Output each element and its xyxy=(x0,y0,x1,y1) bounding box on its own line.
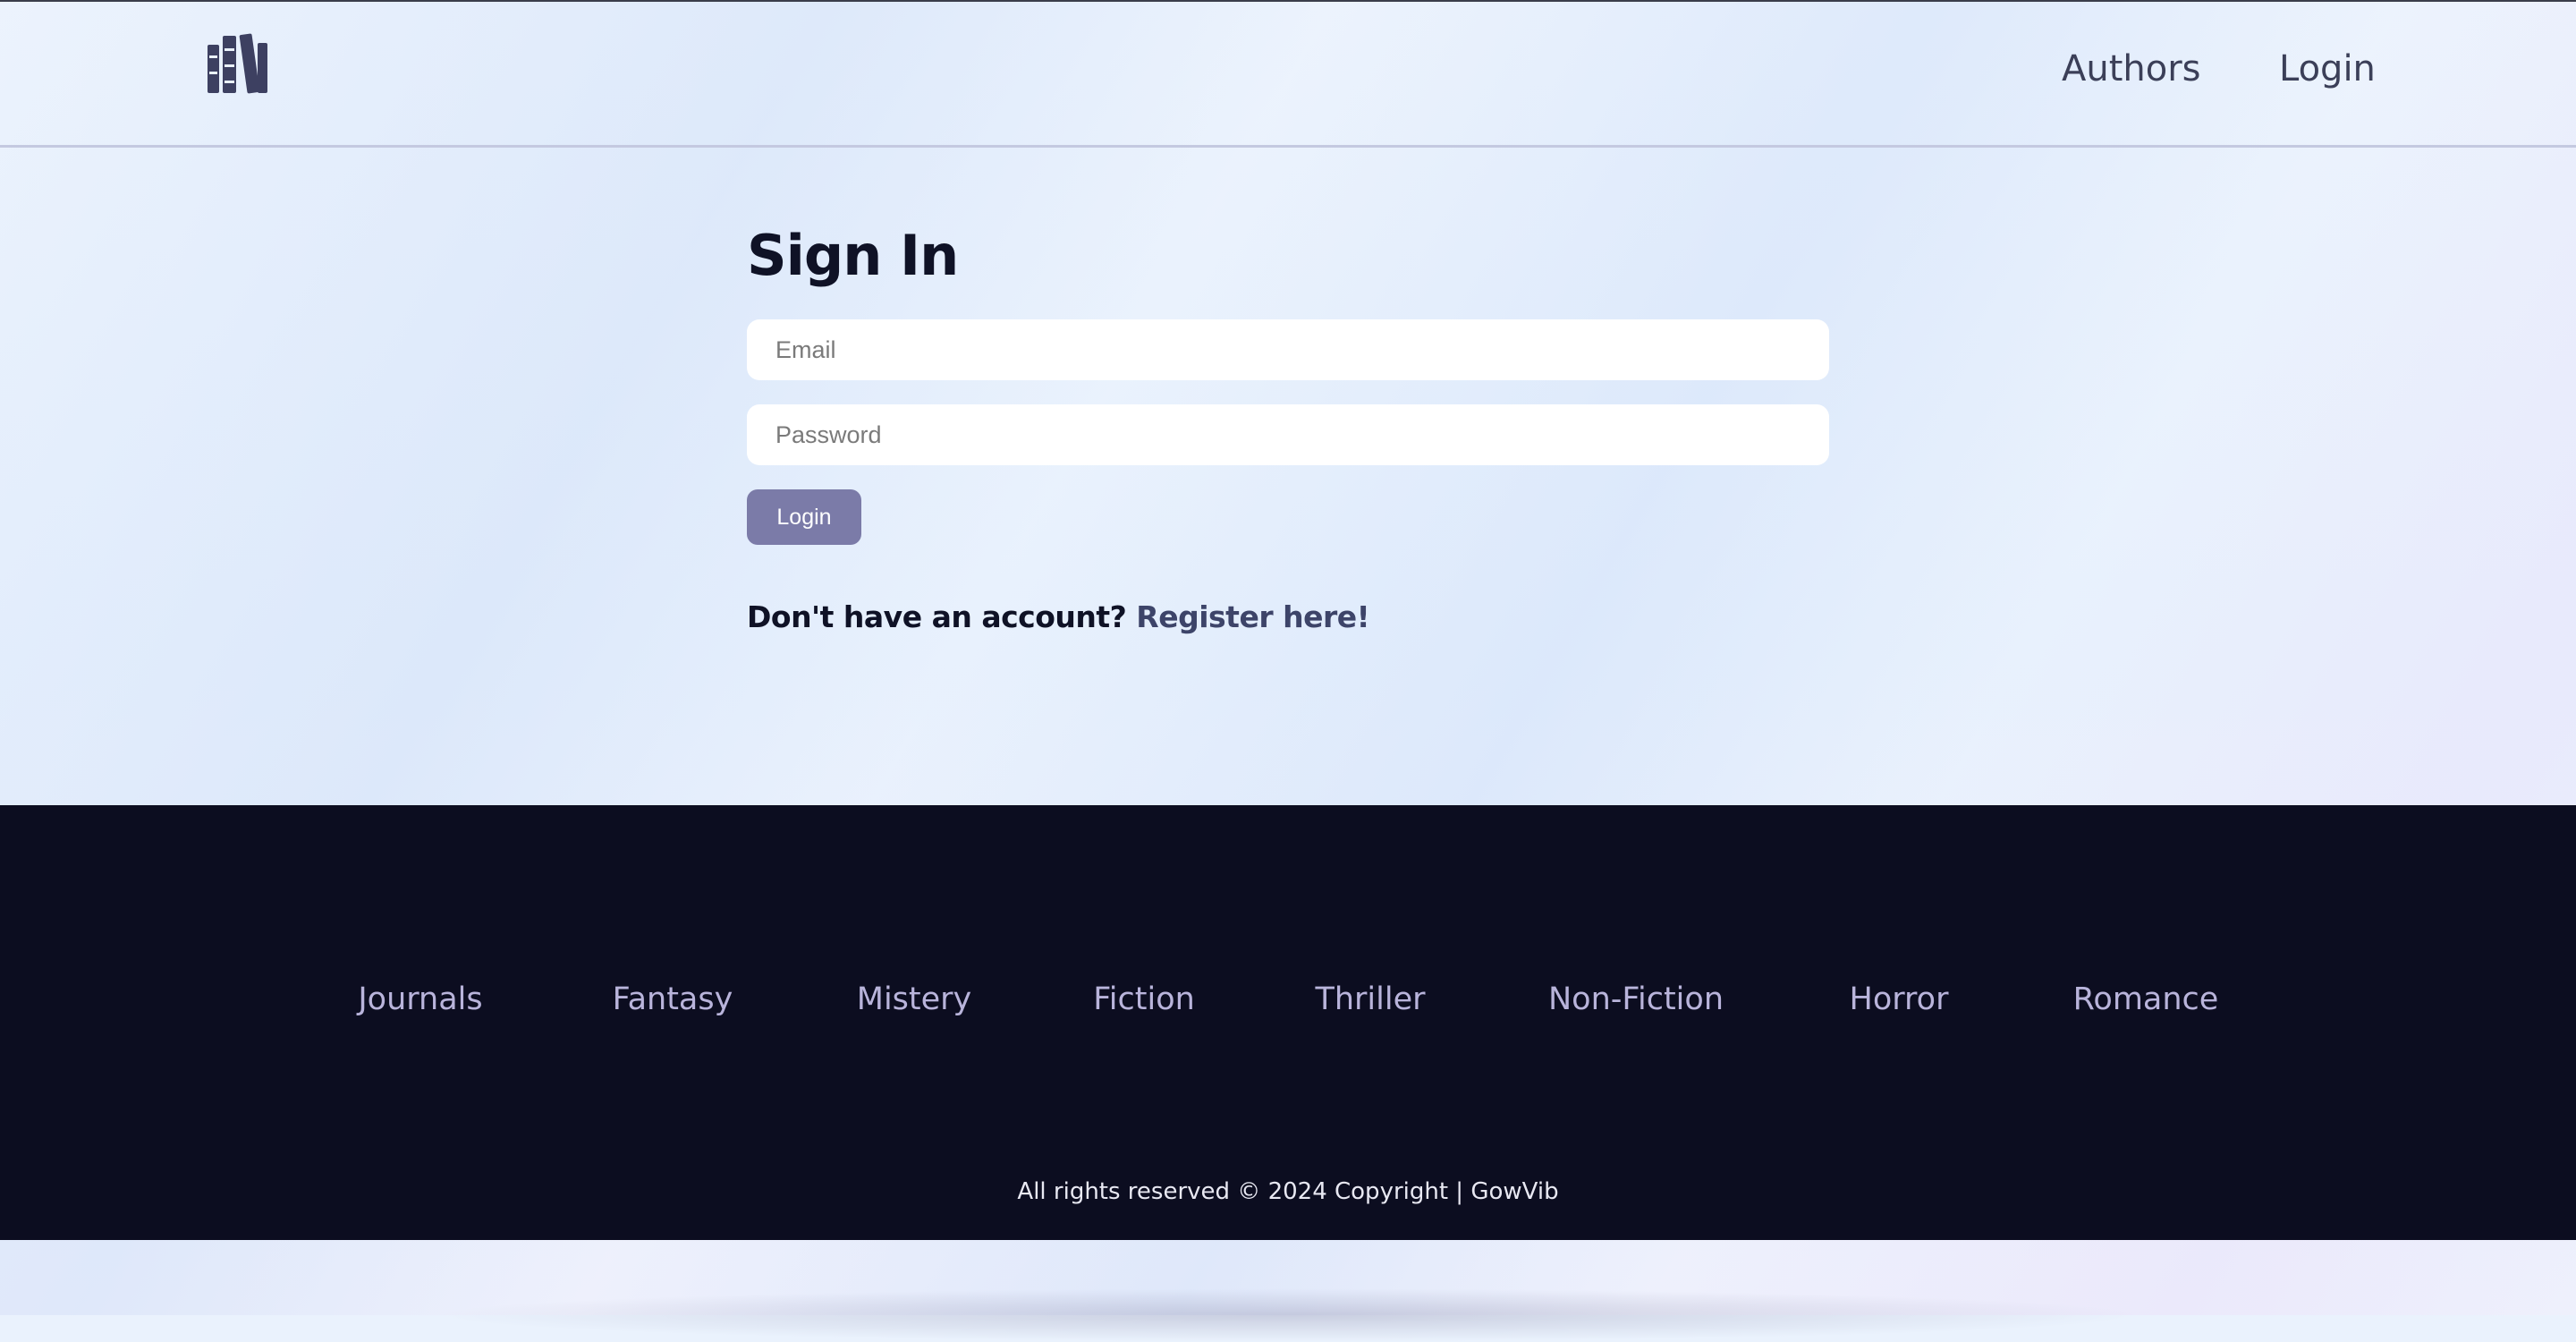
footer-genre-romance[interactable]: Romance xyxy=(2073,981,2219,1017)
footer-genre-non-fiction[interactable]: Non-Fiction xyxy=(1548,981,1724,1017)
footer-genre-thriller[interactable]: Thriller xyxy=(1315,981,1425,1017)
email-field[interactable] xyxy=(747,319,1829,380)
window-top-edge xyxy=(0,0,2576,2)
site-header: Authors Login xyxy=(0,2,2576,148)
bottom-shadow xyxy=(429,1288,2147,1342)
signin-section: Sign In Login Don't have an account? Reg… xyxy=(0,148,2576,805)
register-prompt-text: Don't have an account? xyxy=(747,599,1127,634)
footer-genre-mistery[interactable]: Mistery xyxy=(857,981,972,1017)
footer-genre-fantasy[interactable]: Fantasy xyxy=(613,981,733,1017)
footer-genre-fiction[interactable]: Fiction xyxy=(1093,981,1195,1017)
footer-genre-horror[interactable]: Horror xyxy=(1850,981,1949,1017)
footer-genre-journals[interactable]: Journals xyxy=(358,981,482,1017)
bookshelf-icon[interactable] xyxy=(206,32,270,97)
login-button[interactable]: Login xyxy=(747,489,861,545)
site-footer: Journals Fantasy Mistery Fiction Thrille… xyxy=(0,805,2576,1240)
password-field[interactable] xyxy=(747,404,1829,465)
register-prompt-line: Don't have an account? Register here! xyxy=(747,599,1370,634)
nav-authors-link[interactable]: Authors xyxy=(2062,48,2201,89)
register-link[interactable]: Register here! xyxy=(1136,599,1369,634)
page-title: Sign In xyxy=(747,223,959,288)
copyright-text: All rights reserved © 2024 Copyright | G… xyxy=(1017,1178,1559,1205)
nav-login-link[interactable]: Login xyxy=(2279,48,2376,89)
